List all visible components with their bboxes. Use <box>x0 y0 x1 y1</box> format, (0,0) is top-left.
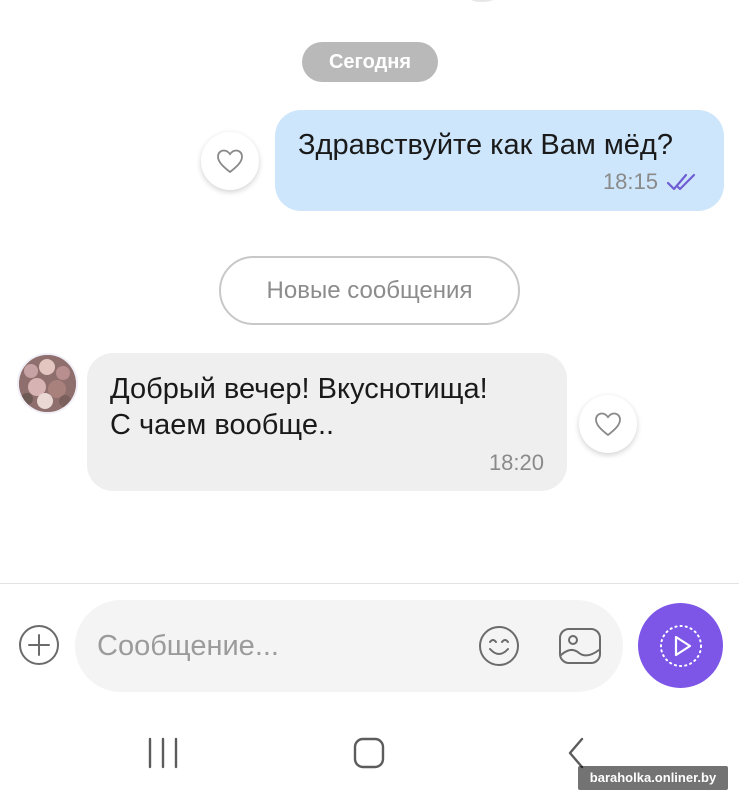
avatar-image <box>19 355 76 412</box>
message-time: 18:20 <box>488 450 544 475</box>
message-input[interactable] <box>97 622 457 670</box>
composer-divider <box>0 583 739 584</box>
incoming-message[interactable]: Добрый вечер! Вкуснотища! С чаем вообще.… <box>87 353 567 491</box>
recents-icon[interactable] <box>143 735 183 771</box>
message-text-line-1: Добрый вечер! Вкуснотища! <box>110 373 488 405</box>
voice-message-button[interactable] <box>638 603 723 688</box>
contact-avatar[interactable] <box>19 355 76 412</box>
incoming-like-button[interactable] <box>579 395 637 453</box>
home-icon[interactable] <box>349 735 389 771</box>
message-composer <box>75 600 623 692</box>
plus-circle-icon[interactable] <box>18 624 60 666</box>
voice-play-icon <box>659 624 702 667</box>
message-text: Здравствуйте как Вам мёд? <box>298 129 673 161</box>
watermark: baraholka.onliner.by <box>578 766 728 790</box>
image-icon[interactable] <box>557 624 603 668</box>
smile-icon[interactable] <box>477 624 521 668</box>
outgoing-message[interactable]: Здравствуйте как Вам мёд? 18:15 <box>275 110 724 211</box>
date-divider: Сегодня <box>302 42 438 82</box>
previous-message-edge <box>468 0 496 2</box>
message-text-line-2: С чаем вообще.. <box>110 409 335 441</box>
new-messages-divider: Новые сообщения <box>219 256 520 325</box>
message-time: 18:15 <box>602 169 658 194</box>
heart-icon <box>595 412 621 436</box>
heart-icon <box>217 149 243 173</box>
double-check-icon <box>666 173 696 191</box>
outgoing-like-button[interactable] <box>201 132 259 190</box>
